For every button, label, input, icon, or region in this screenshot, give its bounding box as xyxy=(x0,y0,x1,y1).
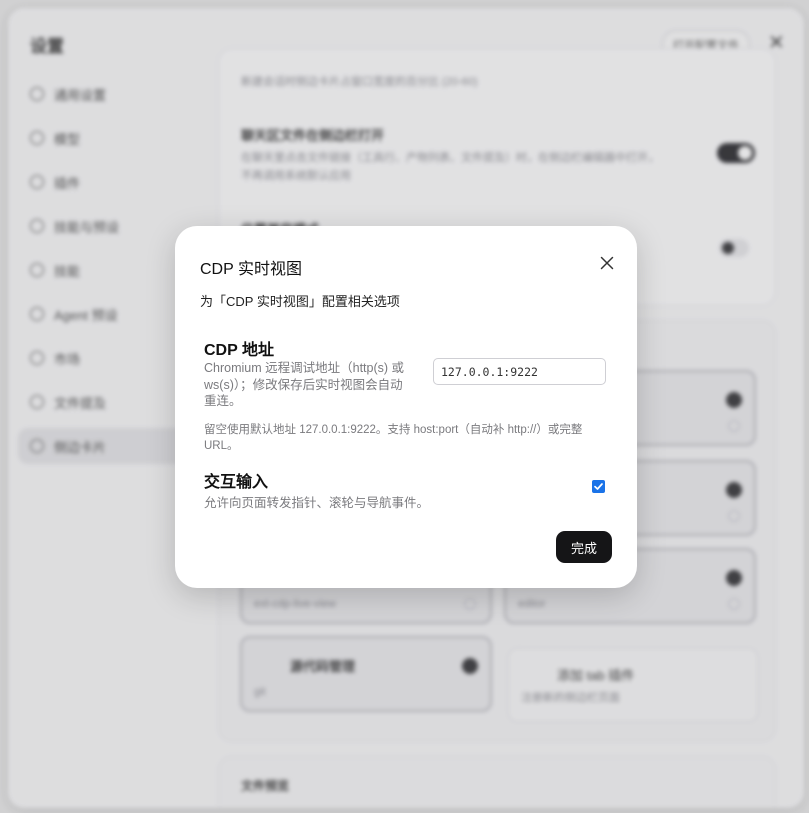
interactive-input-label: 交互输入 xyxy=(204,474,269,491)
dialog-description: 为「CDP 实时视图」配置相关选项 xyxy=(200,294,400,309)
checkmark-icon xyxy=(594,483,603,490)
done-button[interactable]: 完成 xyxy=(556,531,612,563)
interactive-input-help: 允许向页面转发指针、滚轮与导航事件。 xyxy=(204,496,430,510)
cdp-address-hint: 留空使用默认地址 127.0.0.1:9222。支持 host:port（自动补… xyxy=(204,424,583,452)
dialog-title: CDP 实时视图 xyxy=(200,261,302,278)
interactive-input-checkbox[interactable] xyxy=(592,480,605,493)
cdp-address-input[interactable] xyxy=(433,358,606,385)
cdp-address-label: CDP 地址 xyxy=(204,342,274,359)
cdp-address-help: Chromium 远程调试地址（http(s) 或 ws(s)）；修改保存后实时… xyxy=(204,361,405,408)
close-icon xyxy=(600,256,614,270)
cdp-settings-dialog: CDP 实时视图 为「CDP 实时视图」配置相关选项 CDP 地址 Chromi… xyxy=(175,226,637,588)
dialog-close-button[interactable] xyxy=(596,252,618,274)
